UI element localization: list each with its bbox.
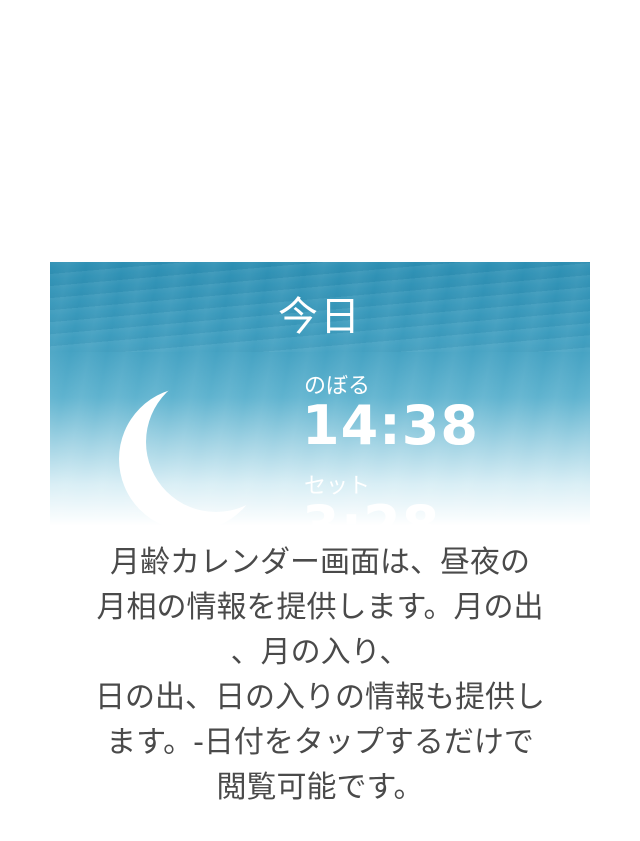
caption-line: 月相の情報を提供します。月の出 xyxy=(96,590,544,625)
description-caption: 月齢カレンダー画面は、昼夜の 月相の情報を提供します。月の出 、月の入り、 日の… xyxy=(40,540,600,810)
caption-line: 閲覧可能です。 xyxy=(216,770,424,805)
caption-line: 日の出、日の入りの情報も提供し xyxy=(95,680,545,715)
moon-calendar-screen: 今日 のぼる 14:38 セット 3:28 xyxy=(50,262,590,562)
day-title[interactable]: 今日 xyxy=(50,284,590,342)
moonrise-time: 14:38 xyxy=(302,394,479,457)
caption-line: 月齢カレンダー画面は、昼夜の xyxy=(110,545,530,580)
caption-line: 、月の入り、 xyxy=(230,635,410,670)
caption-line: ます。-日付をタップするだけで xyxy=(106,725,534,760)
crescent-moon-icon xyxy=(119,387,263,531)
